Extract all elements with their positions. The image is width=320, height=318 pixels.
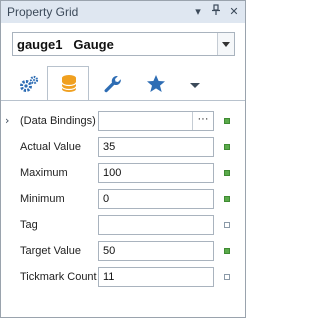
property-label: Target Value — [20, 245, 81, 257]
tickmark-count-input[interactable]: 11 — [98, 267, 214, 287]
property-row-maximum[interactable]: Maximum 100 — [1, 162, 245, 186]
actual-value-input[interactable]: 35 — [98, 137, 214, 157]
tab-properties-gears[interactable] — [7, 67, 49, 99]
expand-arrow-icon[interactable]: › — [5, 114, 9, 127]
property-row-target-value[interactable]: Target Value 50 — [1, 240, 245, 264]
property-label: Tickmark Count — [20, 271, 97, 283]
property-row-actual-value[interactable]: Actual Value 35 — [1, 136, 245, 160]
tab-favorites[interactable] — [135, 67, 177, 99]
maximum-input[interactable]: 100 — [98, 163, 214, 183]
close-icon[interactable]: ✕ — [227, 4, 241, 20]
property-label: Actual Value — [20, 141, 81, 153]
modified-marker — [224, 144, 230, 150]
property-label: Minimum — [20, 193, 65, 205]
selected-object-name: gauge1 Gauge — [17, 37, 114, 52]
property-label: Tag — [20, 219, 38, 231]
default-marker — [224, 274, 230, 280]
target-value-input[interactable]: 50 — [98, 241, 214, 261]
modified-marker — [224, 196, 230, 202]
modified-marker — [224, 118, 230, 124]
gears-icon — [20, 75, 39, 92]
property-label: Maximum — [20, 167, 68, 179]
database-icon — [61, 75, 77, 92]
pin-icon[interactable] — [209, 4, 223, 20]
property-row-tickmark-count[interactable]: Tickmark Count 11 — [1, 266, 245, 290]
property-label: (Data Bindings) — [20, 115, 96, 127]
tabs-overflow-dropdown[interactable] — [177, 67, 213, 99]
chevron-down-icon[interactable] — [217, 33, 234, 55]
default-marker — [224, 222, 230, 228]
chevron-down-icon[interactable]: ▾ — [191, 4, 205, 20]
panel-title: Property Grid — [7, 5, 79, 19]
ellipsis-button[interactable]: ··· — [192, 112, 213, 130]
category-tabs — [1, 66, 245, 100]
wrench-icon — [104, 75, 121, 93]
tabs-divider — [1, 100, 245, 101]
property-grid-panel: Property Grid ▾ ✕ gauge1 Gauge › (Data B… — [0, 0, 246, 318]
tab-data[interactable] — [47, 66, 89, 100]
tab-wrench[interactable] — [91, 67, 133, 99]
star-icon — [147, 75, 165, 92]
chevron-down-icon — [190, 83, 200, 88]
tag-input[interactable] — [98, 215, 214, 235]
minimum-input[interactable]: 0 — [98, 189, 214, 209]
property-row-minimum[interactable]: Minimum 0 — [1, 188, 245, 212]
property-row-data-bindings[interactable]: › (Data Bindings) ··· — [1, 110, 245, 134]
modified-marker — [224, 170, 230, 176]
data-bindings-value[interactable]: ··· — [98, 111, 214, 131]
object-selector-dropdown[interactable]: gauge1 Gauge — [12, 32, 235, 56]
title-bar: Property Grid ▾ ✕ — [1, 1, 245, 23]
modified-marker — [224, 248, 230, 254]
property-row-tag[interactable]: Tag — [1, 214, 245, 238]
